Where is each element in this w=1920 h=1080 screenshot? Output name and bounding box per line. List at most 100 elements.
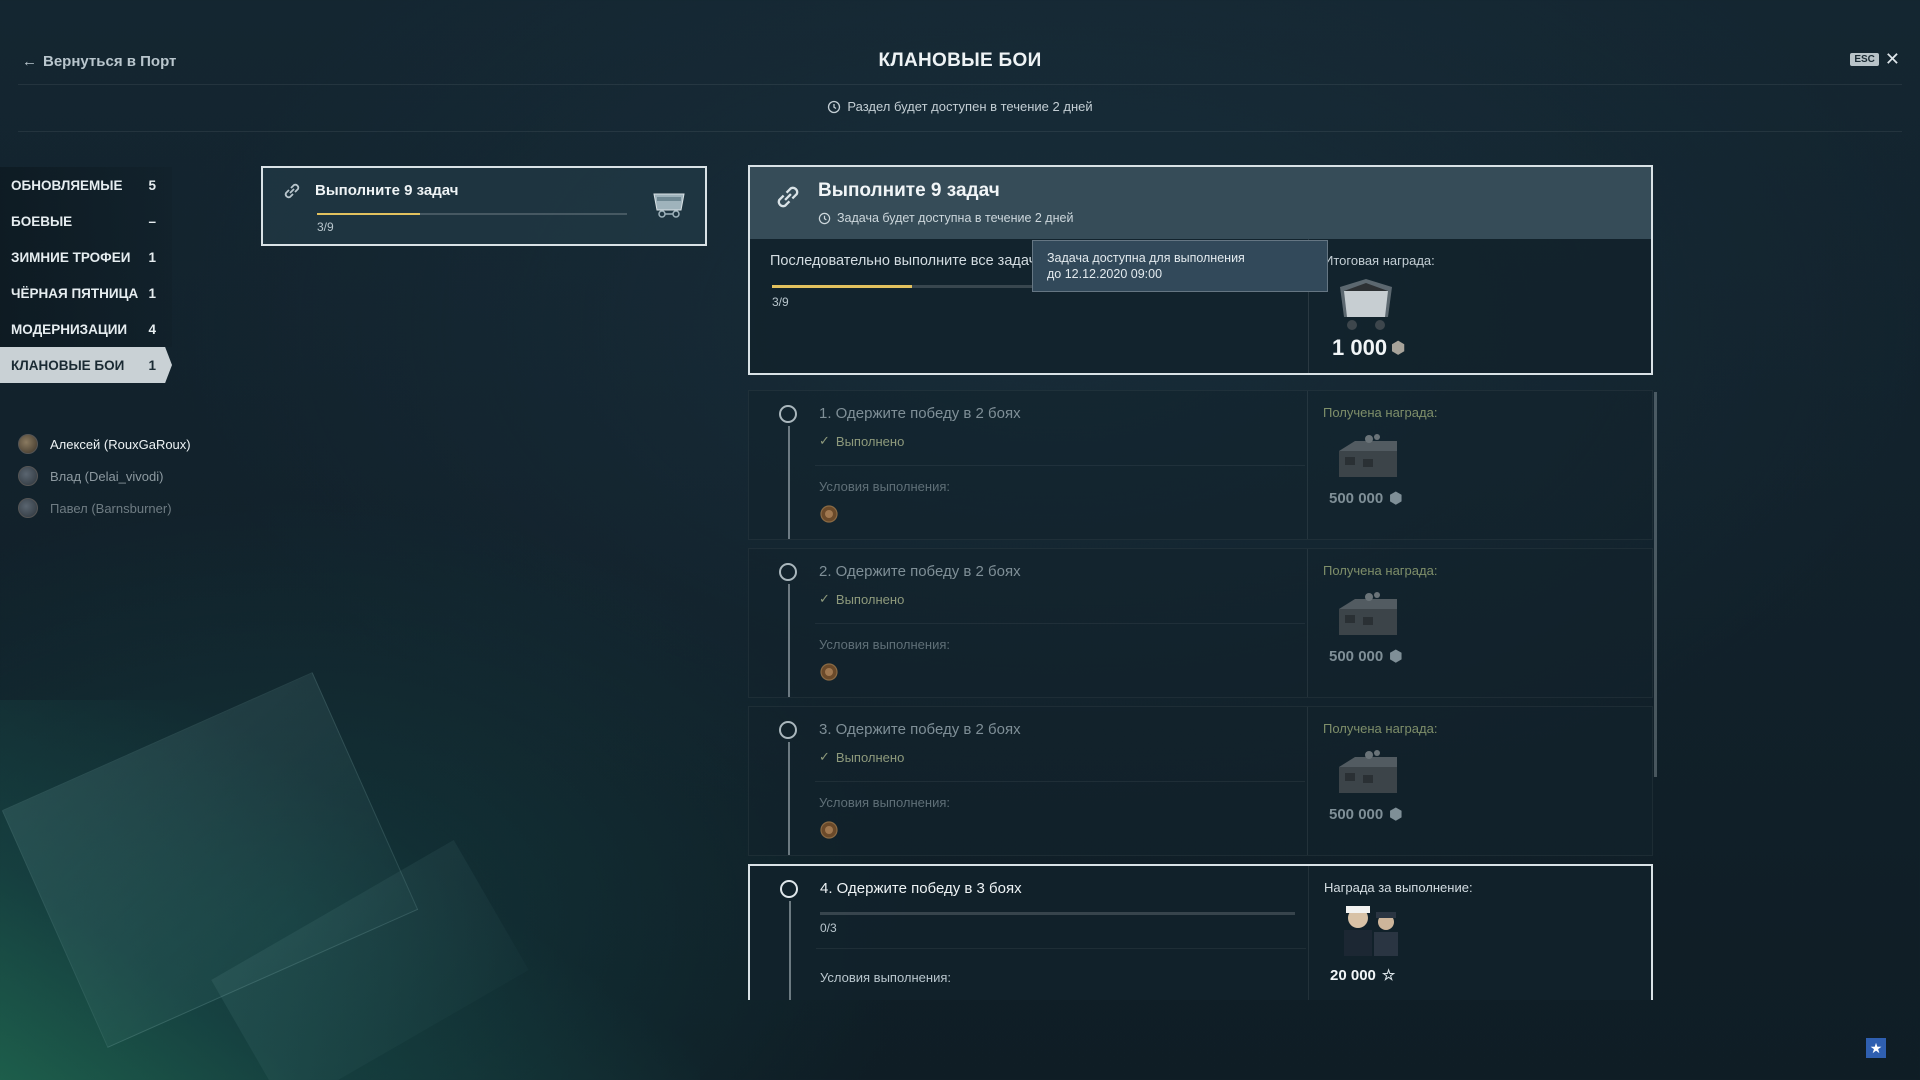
coal-cart-icon	[653, 193, 685, 218]
task-detail-subtitle-text: Задача будет доступна в течение 2 дней	[837, 211, 1074, 225]
reward-value: 500 000	[1329, 647, 1384, 665]
sidebar-item-upgrades[interactable]: МОДЕРНИЗАЦИИ 4	[0, 311, 172, 347]
page-title: КЛАНОВЫЕ БОИ	[878, 50, 1042, 71]
subtask-status-text: Выполнено	[835, 433, 905, 449]
task-card-title: Выполните 9 задач	[315, 182, 459, 199]
sidebar-item-winter-trophies[interactable]: ЗИМНИЕ ТРОФЕИ 1	[0, 239, 172, 275]
checkmark-icon: ✓	[819, 591, 830, 606]
subtask-item-active[interactable]: 4. Одержите победу в 3 боях 0/3 Условия …	[748, 864, 1653, 1000]
sidebar-item-label: ЧЁРНАЯ ПЯТНИЦА	[11, 285, 139, 301]
coal-icon: ⬢	[1389, 490, 1403, 507]
conditions-label: Условия выполнения:	[819, 795, 950, 810]
reward-label: Награда за выполнение:	[1324, 880, 1473, 895]
reward-amount: 20 000 ☆	[1330, 966, 1396, 985]
header-divider	[18, 84, 1902, 85]
sidebar-item-count: –	[148, 213, 156, 229]
final-reward-amount: 1 000 ⬢	[1332, 335, 1405, 361]
reward-amount: 500 000 ⬢	[1329, 489, 1403, 508]
final-reward-value: 1 000	[1332, 335, 1388, 360]
reward-divider	[1308, 866, 1309, 1000]
subtask-status-radio	[779, 563, 797, 581]
sidebar-item-count: 1	[148, 285, 156, 301]
subtask-list: 1. Одержите победу в 2 боях ✓ Выполнено У…	[748, 390, 1653, 1000]
subtask-status-text: Выполнено	[835, 591, 905, 607]
sidebar-item-updatable[interactable]: ОБНОВЛЯЕМЫЕ 5	[0, 167, 172, 203]
conditions-label: Условия выполнения:	[820, 970, 951, 985]
clock-icon	[828, 100, 841, 113]
subtask-title: 3. Одержите победу в 2 боях	[819, 721, 1021, 738]
task-detail-title: Выполните 9 задач	[818, 180, 1000, 201]
player-entry[interactable]: Влад (Delai_vivodi)	[18, 460, 191, 492]
clan-battle-icon	[820, 821, 838, 839]
reward-label: Получена награда:	[1323, 721, 1438, 736]
reward-value: 20 000	[1330, 966, 1376, 984]
subtask-title: 2. Одержите победу в 2 боях	[819, 563, 1021, 580]
sidebar-item-label: МОДЕРНИЗАЦИИ	[11, 321, 128, 337]
reward-value: 500 000	[1329, 489, 1384, 507]
task-card-progress-bar	[317, 213, 627, 215]
subtask-connector-line	[788, 584, 790, 697]
player-name: Павел (Barnsburner)	[50, 500, 172, 516]
close-button[interactable]: ESC ✕	[1850, 50, 1900, 68]
sidebar-item-label: ЗИМНИЕ ТРОФЕИ	[11, 249, 131, 265]
subtask-scrollbar[interactable]	[1654, 392, 1657, 777]
sidebar-item-black-friday[interactable]: ЧЁРНАЯ ПЯТНИЦА 1	[0, 275, 172, 311]
player-name: Алексей (RouxGaRoux)	[50, 436, 191, 452]
esc-badge: ESC	[1850, 52, 1879, 66]
sidebar-item-label: КЛАНОВЫЕ БОИ	[11, 357, 125, 373]
subtask-divider	[816, 948, 1306, 949]
sidebar-item-count: 1	[148, 357, 156, 373]
subtask-connector-line	[789, 901, 791, 1000]
reward-label: Получена награда:	[1323, 405, 1438, 420]
commanders-reward-icon	[1344, 906, 1398, 956]
category-sidebar: ОБНОВЛЯЕМЫЕ 5 БОЕВЫЕ – ЗИМНИЕ ТРОФЕИ 1 Ч…	[0, 167, 172, 383]
coal-cart-reward-icon	[1340, 279, 1392, 330]
subtask-item[interactable]: 1. Одержите победу в 2 боях ✓ Выполнено У…	[748, 390, 1653, 540]
subtask-connector-line	[788, 742, 790, 855]
close-icon[interactable]: ✕	[1885, 50, 1900, 68]
sidebar-item-clan-battles[interactable]: КЛАНОВЫЕ БОИ 1	[0, 347, 172, 383]
subtask-divider	[815, 781, 1305, 782]
tooltip-line-2: до 12.12.2020 09:00	[1047, 267, 1163, 281]
subtask-done-status: ✓ Выполнено	[819, 591, 904, 607]
checkmark-icon: ✓	[819, 749, 830, 764]
subtask-progress-text: 0/3	[820, 921, 837, 935]
subtask-done-status: ✓ Выполнено	[819, 433, 904, 449]
avatar	[18, 434, 38, 454]
reward-divider	[1307, 549, 1308, 697]
star-xp-icon: ☆	[1381, 967, 1396, 984]
sidebar-item-count: 4	[148, 321, 156, 337]
star-icon[interactable]: ★	[1866, 1038, 1886, 1058]
sidebar-item-label: БОЕВЫЕ	[11, 213, 73, 229]
availability-notice: Раздел будет доступен в течение 2 дней	[0, 99, 1920, 114]
coal-reward-icon	[1339, 592, 1397, 635]
player-entry[interactable]: Алексей (RouxGaRoux)	[18, 428, 191, 460]
avatar	[18, 498, 38, 518]
subtask-status-text: Выполнено	[835, 749, 905, 765]
subtask-item[interactable]: 2. Одержите победу в 2 боях ✓ Выполнено У…	[748, 548, 1653, 698]
task-progress-text: 3/9	[772, 295, 789, 309]
task-chain-card[interactable]: Выполните 9 задач 3/9	[261, 166, 707, 246]
coal-icon: ⬢	[1391, 340, 1406, 357]
division-players: Алексей (RouxGaRoux) Влад (Delai_vivodi)…	[18, 428, 191, 524]
subtask-divider	[815, 465, 1305, 466]
sidebar-item-count: 1	[148, 249, 156, 265]
coal-icon: ⬢	[1389, 648, 1403, 665]
coal-reward-icon	[1339, 434, 1397, 477]
subheader-divider	[18, 131, 1902, 132]
sidebar-item-count: 5	[148, 177, 156, 193]
subtask-divider	[815, 623, 1305, 624]
availability-text: Раздел будет доступен в течение 2 дней	[847, 99, 1093, 114]
clan-battle-icon	[820, 505, 838, 523]
subtask-connector-line	[788, 426, 790, 539]
coal-reward-icon	[1339, 750, 1397, 793]
sidebar-item-label: ОБНОВЛЯЕМЫЕ	[11, 177, 123, 193]
sidebar-item-combat[interactable]: БОЕВЫЕ –	[0, 203, 172, 239]
subtask-item[interactable]: 3. Одержите победу в 2 боях ✓ Выполнено У…	[748, 706, 1653, 856]
reward-divider	[1307, 391, 1308, 539]
conditions-label: Условия выполнения:	[819, 637, 950, 652]
clock-icon	[818, 212, 831, 224]
subtask-status-radio	[779, 721, 797, 739]
clan-battle-icon	[820, 663, 838, 681]
player-entry[interactable]: Павел (Barnsburner)	[18, 492, 191, 524]
